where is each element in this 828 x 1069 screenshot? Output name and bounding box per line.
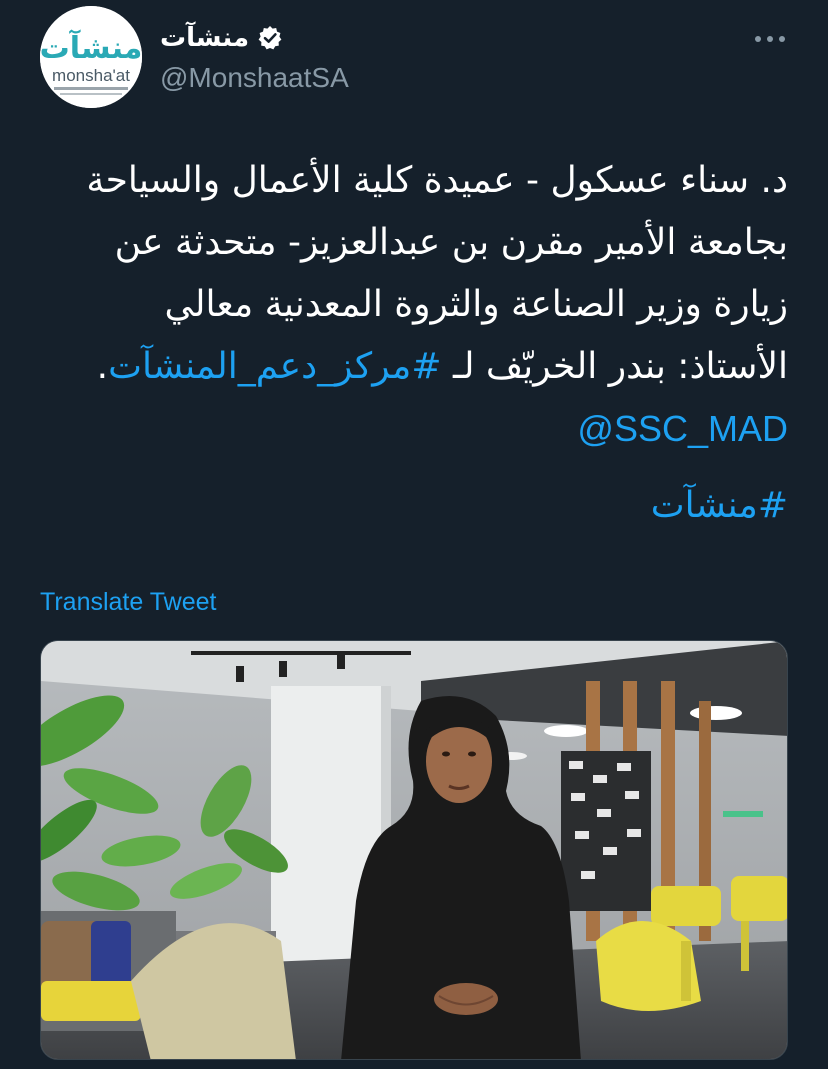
- monshaat-logo: منشآت monsha'at: [40, 6, 142, 108]
- tweet-text-line-4: الأستاذ: بندر الخريّف لـ #مركز_دعم_المنش…: [40, 336, 788, 398]
- author-display-name[interactable]: منشآت: [160, 23, 249, 53]
- verified-badge-icon: [257, 25, 283, 51]
- tweet-text-line-1: د. سناء عسكول - عميدة كلية الأعمال والسي…: [86, 160, 788, 201]
- hashtag-line: #منشآت: [40, 475, 788, 537]
- author-handle[interactable]: @MonshaatSA: [160, 62, 720, 94]
- tweet-text-line-3: زيارة وزير الصناعة والثروة المعدنية معال…: [164, 284, 788, 325]
- logo-latin-text: monsha'at: [52, 66, 130, 85]
- more-options-icon[interactable]: [752, 26, 788, 52]
- tweet-text-line-2: بجامعة الأمير مقرن بن عبدالعزيز- متحدثة …: [114, 222, 788, 263]
- tweet-text: د. سناء عسكول - عميدة كلية الأعمال والسي…: [40, 150, 788, 537]
- tweet-media-video[interactable]: [40, 640, 788, 1060]
- mention-line: @SSC_MAD: [40, 398, 788, 461]
- line-4-suffix: .: [96, 346, 109, 387]
- mention-link-ssc-mad[interactable]: @SSC_MAD: [577, 408, 788, 449]
- name-row: منشآت: [160, 18, 720, 58]
- author-avatar[interactable]: منشآت monsha'at: [40, 6, 142, 108]
- hashtag-link-markaz[interactable]: #مركز_دعم_المنشآت: [108, 346, 441, 387]
- logo-arabic-text: منشآت: [40, 29, 142, 66]
- tweet-header: منشآت @MonshaatSA: [160, 18, 720, 94]
- hashtag-link-monshaat[interactable]: #منشآت: [651, 485, 788, 526]
- video-thumbnail: [41, 641, 787, 1059]
- line-4-prefix: الأستاذ: بندر الخريّف لـ: [441, 346, 788, 387]
- translate-tweet-link[interactable]: Translate Tweet: [40, 588, 216, 617]
